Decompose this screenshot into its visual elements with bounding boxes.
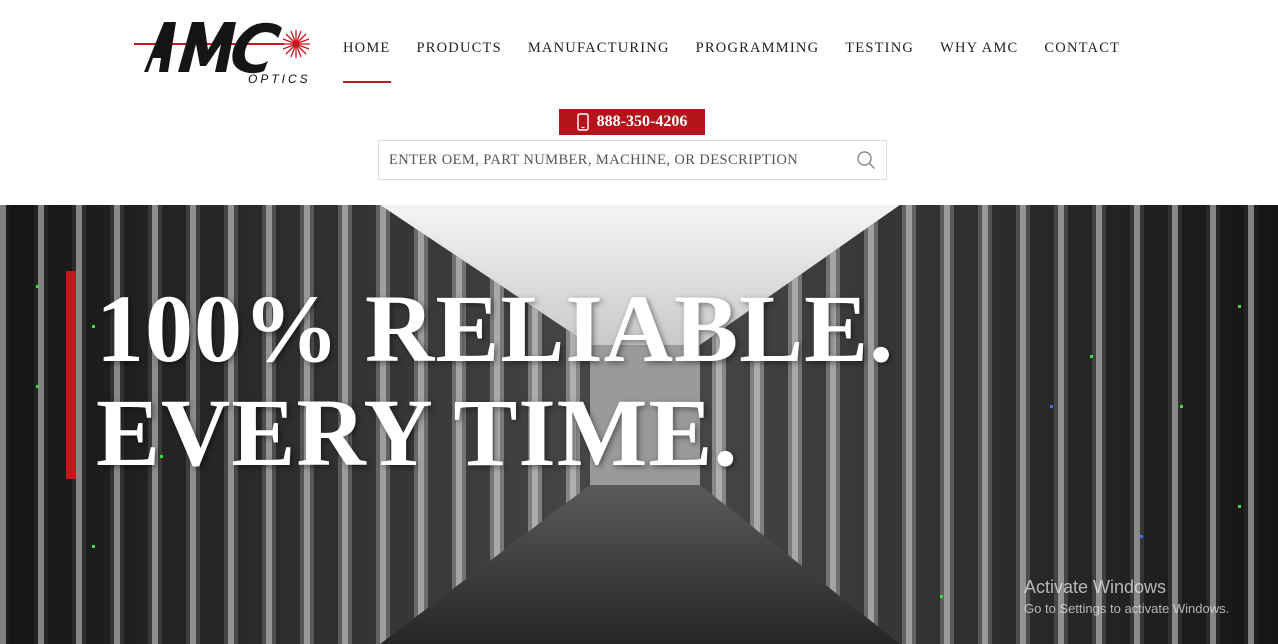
nav-manufacturing[interactable]: MANUFACTURING	[528, 40, 670, 83]
watermark-title: Activate Windows	[1024, 577, 1167, 597]
hero-headline: 100% RELIABLE. EVERY TIME.	[96, 277, 894, 485]
phone-number: 888-350-4206	[596, 113, 688, 130]
hero-headline-line2: EVERY TIME.	[96, 379, 739, 486]
search-icon	[857, 151, 875, 169]
hero-banner: 100% RELIABLE. EVERY TIME. Activate Wind…	[0, 205, 1278, 644]
phone-button[interactable]: 888-350-4206	[559, 109, 705, 135]
nav-contact[interactable]: CONTACT	[1044, 40, 1120, 83]
nav-testing[interactable]: TESTING	[845, 40, 914, 83]
amc-optics-logo[interactable]: OPTICS	[134, 14, 316, 90]
main-nav: HOME PRODUCTS MANUFACTURING PROGRAMMING …	[330, 40, 1133, 83]
search-button[interactable]	[846, 141, 886, 179]
nav-home[interactable]: HOME	[343, 40, 391, 83]
logo-subtitle: OPTICS	[248, 72, 311, 86]
hero-accent-bar	[66, 271, 76, 479]
search-input[interactable]	[379, 141, 846, 179]
nav-why-amc[interactable]: WHY AMC	[940, 40, 1018, 83]
mobile-phone-icon	[576, 113, 589, 131]
nav-products[interactable]: PRODUCTS	[417, 40, 502, 83]
watermark-subtitle: Go to Settings to activate Windows.	[1024, 601, 1230, 616]
nav-programming[interactable]: PROGRAMMING	[696, 40, 820, 83]
activate-windows-watermark: Activate Windows Go to Settings to activ…	[1024, 577, 1229, 616]
hero-headline-line1: 100% RELIABLE.	[96, 275, 895, 382]
site-header: OPTICS HOME PRODUCTS MANUFACTURING PROGR…	[0, 0, 1278, 205]
search-bar	[378, 140, 887, 180]
